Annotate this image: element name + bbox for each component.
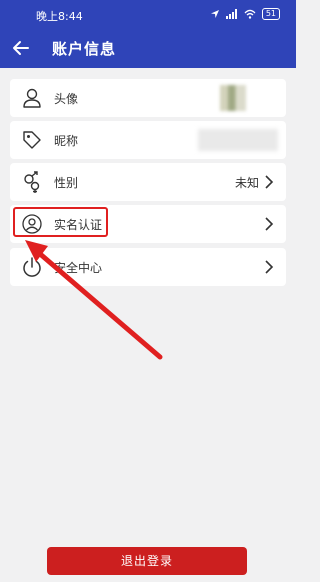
- user-icon: [23, 88, 41, 108]
- logout-button[interactable]: 退出登录: [47, 547, 247, 575]
- row-security-center[interactable]: 安全中心: [10, 248, 286, 286]
- back-arrow-icon[interactable]: [12, 39, 30, 57]
- row-nickname[interactable]: 昵称: [10, 121, 286, 159]
- location-icon: [210, 10, 219, 18]
- status-time: 晚上8:44: [36, 10, 83, 23]
- row-label-nickname: 昵称: [54, 134, 79, 148]
- row-avatar[interactable]: 头像: [10, 79, 286, 117]
- row-label-avatar: 头像: [54, 92, 79, 106]
- wifi-icon: [244, 9, 256, 19]
- app-bar: 账户信息: [0, 30, 296, 68]
- chevron-right-icon: [265, 217, 274, 231]
- row-label-security: 安全中心: [54, 261, 103, 275]
- row-gender[interactable]: 性别 未知: [10, 163, 286, 201]
- gender-icon: [24, 171, 40, 193]
- nickname-value-blurred: [198, 129, 278, 151]
- power-icon: [23, 257, 41, 277]
- gender-value: 未知: [234, 176, 259, 190]
- chevron-right-icon: [265, 260, 274, 274]
- tag-icon: [23, 131, 41, 149]
- avatar: [220, 85, 246, 111]
- chevron-right-icon: [265, 175, 274, 189]
- signal-icon: [225, 9, 237, 19]
- status-bar: 晚上8:44 51: [0, 0, 296, 30]
- page-title: 账户信息: [52, 40, 117, 58]
- battery-icon: 51: [261, 8, 280, 20]
- row-label-gender: 性别: [54, 176, 79, 190]
- annotation-highlight-box: [13, 207, 108, 237]
- status-icons: 51: [210, 8, 280, 20]
